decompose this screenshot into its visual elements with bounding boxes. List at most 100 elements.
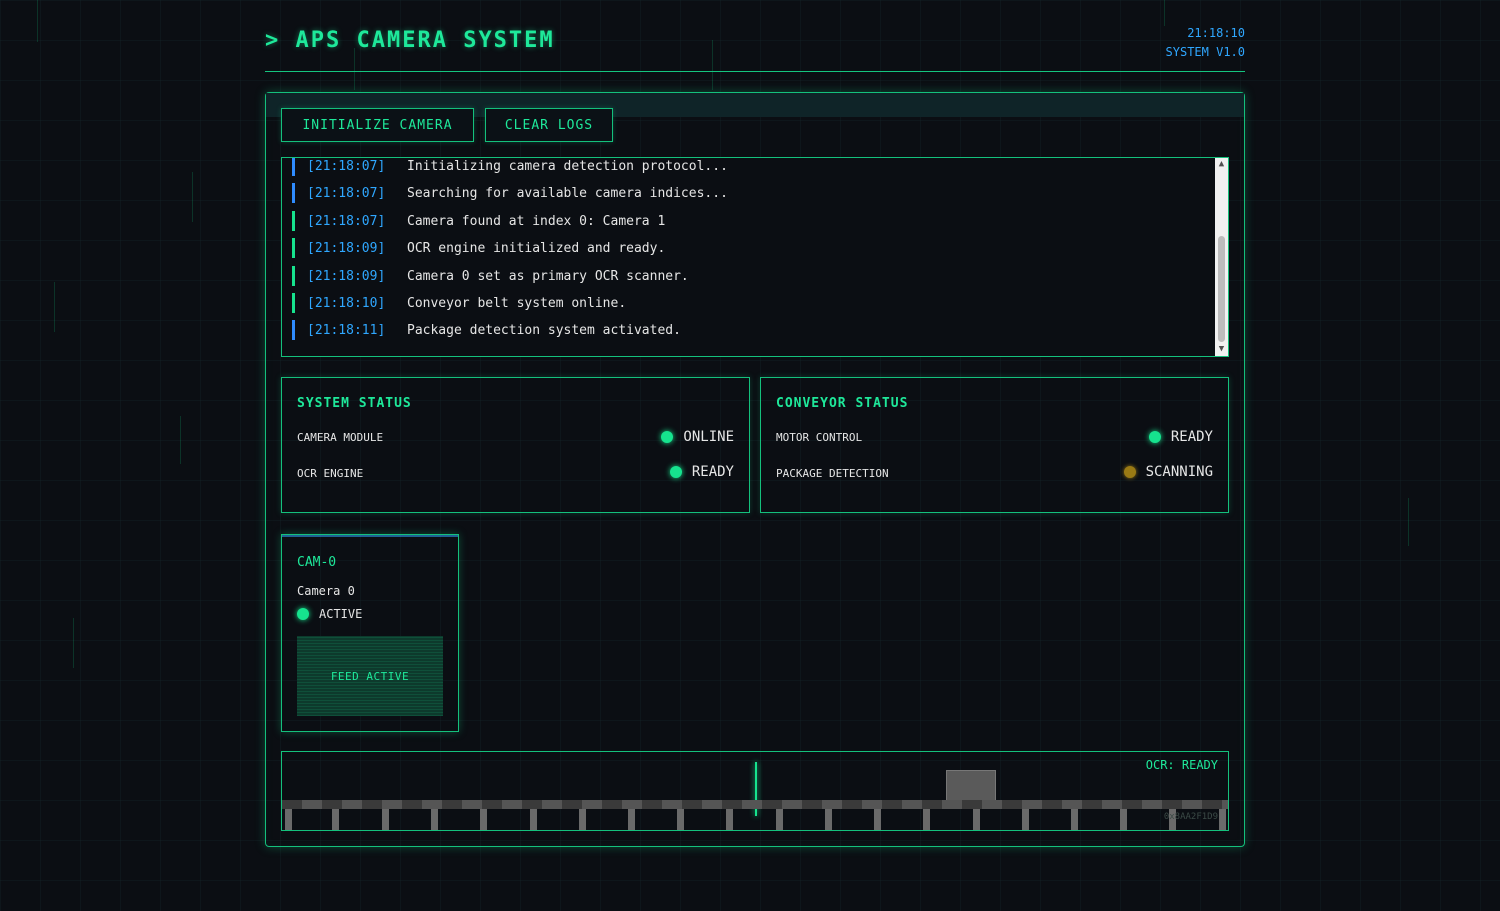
belt-support <box>579 809 586 830</box>
camera-status: ACTIVE <box>297 607 362 621</box>
camera-card[interactable]: CAM-0 Camera 0 ACTIVE FEED ACTIVE <box>281 534 459 732</box>
background-streak <box>180 416 181 464</box>
belt-support <box>973 809 980 830</box>
log-level-bar <box>292 293 295 313</box>
belt-support <box>1219 809 1226 830</box>
belt-support <box>874 809 881 830</box>
belt-support <box>825 809 832 830</box>
background-streak <box>73 618 74 668</box>
log-entry: [21:18:09] Camera 0 set as primary OCR s… <box>292 266 689 286</box>
belt-support <box>530 809 537 830</box>
header-info: 21:18:10 SYSTEM V1.0 <box>1166 24 1245 62</box>
chevron-down-icon[interactable]: ▼ <box>1215 343 1228 356</box>
status-indicator-icon <box>1148 431 1161 443</box>
status-value: ONLINE <box>661 429 734 445</box>
belt-support <box>1071 809 1078 830</box>
camera-name: Camera 0 <box>297 584 355 598</box>
system-status-panel: SYSTEM STATUS CAMERA MODULE ONLINE OCR E… <box>281 377 750 513</box>
belt-support <box>726 809 733 830</box>
log-timestamp: [21:18:09] <box>307 240 386 256</box>
status-value: READY <box>1148 429 1213 445</box>
camera-feed[interactable]: FEED ACTIVE <box>297 636 443 716</box>
log-message: Package detection system activated. <box>407 322 681 338</box>
status-label: CAMERA MODULE <box>297 431 384 444</box>
log-level-bar <box>292 211 295 231</box>
belt-support <box>923 809 930 830</box>
chevron-up-icon[interactable]: ▲ <box>1215 158 1228 171</box>
log-message: Initializing camera detection protocol..… <box>407 158 728 174</box>
log-level-bar <box>292 320 295 340</box>
log-level-bar <box>292 183 295 203</box>
log-scrollbar[interactable]: ▲ ▼ <box>1215 158 1228 356</box>
log-entry: [21:18:07] Initializing camera detection… <box>292 158 728 176</box>
belt-support <box>776 809 783 830</box>
status-indicator-icon <box>1123 466 1136 478</box>
version-label: SYSTEM V1.0 <box>1165 45 1245 59</box>
log-message: Searching for available camera indices..… <box>407 185 728 201</box>
background-streak <box>192 172 193 222</box>
log-message: Conveyor belt system online. <box>407 295 627 311</box>
page-title: > APS CAMERA SYSTEM <box>265 28 555 53</box>
scrollbar-thumb[interactable] <box>1218 236 1225 342</box>
log-timestamp: [21:18:11] <box>307 322 386 338</box>
log-message: Camera 0 set as primary OCR scanner. <box>407 268 689 284</box>
status-text: ACTIVE <box>319 607 363 621</box>
log-message: OCR engine initialized and ready. <box>407 240 666 256</box>
belt-support <box>677 809 684 830</box>
prompt-icon: > <box>265 28 281 53</box>
belt-support <box>285 809 292 830</box>
status-text: READY <box>691 464 734 480</box>
belt-support <box>1022 809 1029 830</box>
clock: 21:18:10 <box>1187 26 1245 40</box>
camera-id: CAM-0 <box>297 555 337 570</box>
initialize-camera-button[interactable]: INITIALIZE CAMERA <box>281 108 474 142</box>
log-entry: [21:18:07] Camera found at index 0: Came… <box>292 211 665 231</box>
log-timestamp: [21:18:07] <box>307 158 386 174</box>
status-indicator-icon <box>661 431 674 443</box>
package-box <box>946 770 996 802</box>
panel-title: SYSTEM STATUS <box>297 396 412 411</box>
background-streak <box>54 282 55 332</box>
status-indicator-icon <box>297 608 309 620</box>
clear-logs-button[interactable]: CLEAR LOGS <box>485 108 613 142</box>
status-text: SCANNING <box>1145 464 1213 480</box>
log-message: Camera found at index 0: Camera 1 <box>407 213 666 229</box>
log-level-bar <box>292 238 295 258</box>
log-timestamp: [21:18:07] <box>307 185 386 201</box>
status-value: READY <box>669 464 734 480</box>
belt-support <box>332 809 339 830</box>
belt-support <box>480 809 487 830</box>
status-indicator-icon <box>669 466 682 478</box>
log-entry: [21:18:10] Conveyor belt system online. <box>292 293 626 313</box>
hex-code: 0x8AA2F1D9 <box>1163 812 1218 822</box>
background-streak <box>37 0 38 42</box>
conveyor-belt <box>282 800 1228 809</box>
panel-title: CONVEYOR STATUS <box>776 396 909 411</box>
log-timestamp: [21:18:10] <box>307 295 386 311</box>
status-value: SCANNING <box>1123 464 1213 480</box>
conveyor-status-panel: CONVEYOR STATUS MOTOR CONTROL READY PACK… <box>760 377 1229 513</box>
log-level-bar <box>292 266 295 286</box>
app-header: > APS CAMERA SYSTEM 21:18:10 SYSTEM V1.0 <box>265 22 1245 72</box>
belt-support <box>382 809 389 830</box>
log-timestamp: [21:18:09] <box>307 268 386 284</box>
status-text: ONLINE <box>683 429 734 445</box>
card-accent-line <box>282 535 458 537</box>
main-panel: INITIALIZE CAMERA CLEAR LOGS [21:18:07] … <box>265 92 1245 847</box>
log-entry: [21:18:07] Searching for available camer… <box>292 183 728 203</box>
log-timestamp: [21:18:07] <box>307 213 386 229</box>
belt-support <box>628 809 635 830</box>
belt-support <box>431 809 438 830</box>
log-level-bar <box>292 158 295 176</box>
log-entry: [21:18:11] Package detection system acti… <box>292 320 681 340</box>
ocr-status-label: OCR: READY <box>1145 758 1218 772</box>
status-label: OCR ENGINE <box>297 467 364 480</box>
status-label: MOTOR CONTROL <box>776 431 863 444</box>
belt-support <box>1120 809 1127 830</box>
log-console[interactable]: [21:18:07] Initializing camera detection… <box>281 157 1229 357</box>
log-entry: [21:18:09] OCR engine initialized and re… <box>292 238 665 258</box>
status-label: PACKAGE DETECTION <box>776 467 889 480</box>
title-text: APS CAMERA SYSTEM <box>295 28 555 53</box>
background-streak <box>1408 498 1409 546</box>
conveyor-visual: OCR: READY 0x8AA2F1D9 <box>281 751 1229 831</box>
